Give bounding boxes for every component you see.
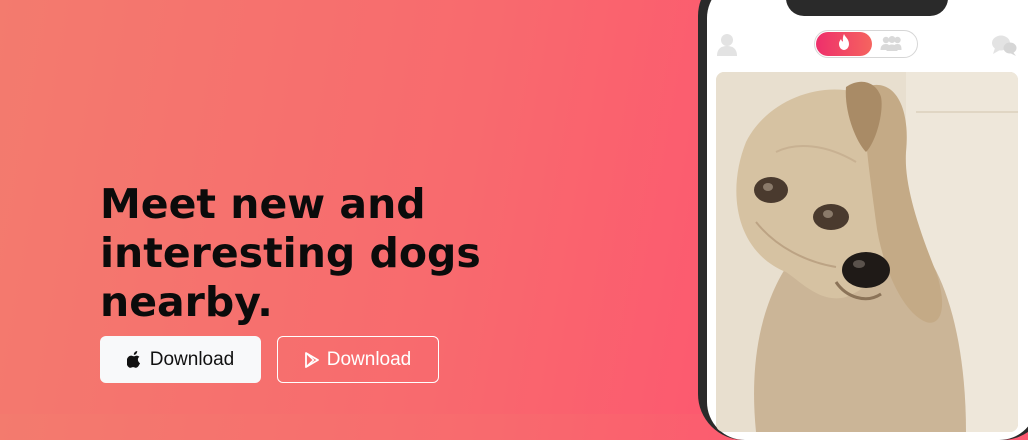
mode-toggle[interactable] <box>814 30 918 58</box>
flame-icon <box>838 34 850 54</box>
play-store-download-button[interactable]: Download <box>277 336 439 383</box>
group-icon <box>879 36 903 57</box>
hero-headline: Meet new and interesting dogs nearby. <box>100 180 620 327</box>
app-store-download-button[interactable]: Download <box>100 336 261 383</box>
headline-line-1: Meet new and <box>100 180 426 228</box>
headline-line-3: nearby. <box>100 278 273 326</box>
chat-icon[interactable] <box>991 33 1018 61</box>
phone-notch <box>786 0 948 16</box>
headline-line-2: interesting dogs <box>100 229 481 277</box>
profile-icon[interactable] <box>716 33 738 61</box>
apple-icon <box>126 351 142 368</box>
profile-card[interactable] <box>716 72 1018 432</box>
dog-photo <box>716 72 1018 432</box>
play-store-icon <box>304 351 319 368</box>
group-mode-button[interactable] <box>879 35 903 57</box>
flame-mode-button[interactable] <box>816 32 872 56</box>
play-store-download-label: Download <box>326 348 412 370</box>
app-store-download-label: Download <box>149 348 235 370</box>
